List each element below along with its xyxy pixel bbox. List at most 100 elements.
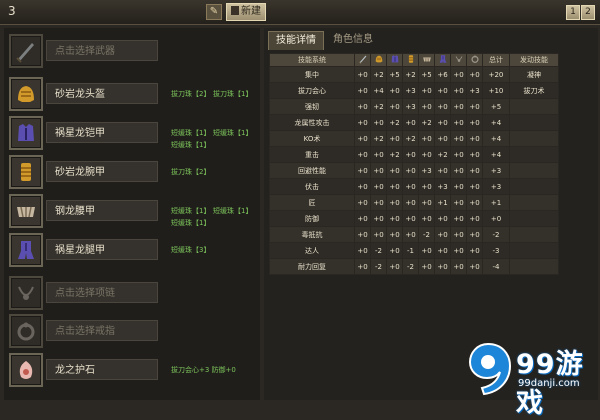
equipment-name[interactable]: 点击选择项链 [46, 282, 158, 303]
skill-points: +0 [386, 82, 403, 99]
skill-points: +0 [466, 258, 483, 275]
skill-points: +0 [466, 130, 483, 147]
active-skill [509, 242, 559, 259]
skill-name: 防御 [269, 210, 355, 227]
skill-points: +0 [386, 162, 403, 179]
skill-points: +0 [450, 194, 467, 211]
charm-icon[interactable] [9, 353, 43, 387]
helmet-icon[interactable] [9, 77, 43, 111]
skill-points: +0 [402, 114, 419, 131]
equipment-slot[interactable]: 龙之护石 拔刀会心+3 防御+0 [9, 353, 259, 387]
waist-armor-icon[interactable] [9, 194, 43, 228]
skill-points: +0 [354, 242, 371, 259]
watermark-url: 99danji.com [518, 378, 580, 389]
equipment-slot[interactable]: 砂岩龙头盔 拔刀珠【2】 拔刀珠【1】 [9, 77, 259, 111]
skill-points: +0 [370, 226, 387, 243]
equipment-slot[interactable]: 砂岩龙腕甲 拔刀珠【2】 [9, 155, 259, 189]
decoration-label: 短缓珠【1】 [171, 129, 211, 137]
skill-points: +0 [450, 210, 467, 227]
active-skill-column-header: 发动技能 [509, 53, 559, 67]
skill-points: +0 [418, 178, 435, 195]
skill-points: +0 [354, 82, 371, 99]
skill-points: +0 [370, 114, 387, 131]
equipment-slot[interactable]: 祸星龙铠甲 短缓珠【1】 短缓珠【1】 短缓珠【1】 [9, 116, 259, 150]
ring-icon[interactable] [9, 314, 43, 348]
skill-points: +0 [386, 194, 403, 211]
table-header-row: 技能系统 总计 发动技能 [269, 53, 559, 67]
tab-skill-details[interactable]: 技能详情 [268, 31, 324, 50]
equipment-slot[interactable]: 点击选择项链 [9, 276, 259, 310]
skill-points: +0 [370, 146, 387, 163]
new-button[interactable]: 新建 [226, 3, 266, 21]
skill-points: +0 [418, 82, 435, 99]
skill-points: +0 [370, 178, 387, 195]
equipment-name[interactable]: 钢龙腰甲 [46, 200, 158, 221]
skill-points: +0 [370, 210, 387, 227]
chest-armor-icon[interactable] [9, 116, 43, 150]
skill-column-header: 技能系统 [269, 53, 355, 67]
skill-points: +0 [466, 162, 483, 179]
equipment-name[interactable]: 祸星龙腿甲 [46, 239, 158, 260]
equipment-slot[interactable]: 祸星龙腿甲 短缓珠【3】 [9, 233, 259, 267]
skill-points: +2 [370, 66, 387, 83]
skill-points: +0 [418, 146, 435, 163]
skill-name: 回避性能 [269, 162, 355, 179]
skill-points: +0 [386, 258, 403, 275]
equipment-slot[interactable]: 点击选择戒指 [9, 314, 259, 348]
skill-points: +0 [450, 98, 467, 115]
skill-points: +0 [354, 178, 371, 195]
tab-character-info[interactable]: 角色信息 [326, 31, 380, 49]
skill-points: +0 [450, 82, 467, 99]
equipment-name[interactable]: 点击选择戒指 [46, 320, 158, 341]
watermark-logo-icon [468, 342, 512, 396]
necklace-icon [450, 53, 467, 67]
ring-icon [466, 53, 483, 67]
skill-points: +0 [450, 114, 467, 131]
active-skill [509, 258, 559, 275]
skill-points: +0 [450, 258, 467, 275]
equipment-name[interactable]: 砂岩龙腕甲 [46, 161, 158, 182]
skill-points: +2 [402, 66, 419, 83]
sword-icon[interactable] [9, 34, 43, 68]
helmet-icon [370, 53, 387, 67]
skill-points: -1 [402, 242, 419, 259]
equipment-slot[interactable]: 点击选择武器 [9, 34, 259, 68]
skill-points: +0 [354, 162, 371, 179]
skill-points: -2 [418, 226, 435, 243]
equipment-slot[interactable]: 钢龙腰甲 短缓珠【1】 短缓珠【1】 短缓珠【1】 [9, 194, 259, 228]
skill-points: +0 [354, 114, 371, 131]
skill-points: +0 [386, 130, 403, 147]
equipment-name[interactable]: 点击选择武器 [46, 40, 158, 61]
watermark: 99游戏 99danji.com [460, 338, 600, 419]
necklace-icon[interactable] [9, 276, 43, 310]
skill-points: +0 [386, 242, 403, 259]
active-skill [509, 210, 559, 227]
active-skill [509, 98, 559, 115]
equipment-name[interactable]: 龙之护石 [46, 359, 158, 380]
active-skill [509, 146, 559, 163]
skill-total: +3 [482, 162, 510, 179]
total-column-header: 总计 [482, 53, 510, 67]
table-row: 龙属性攻击 +0 +0 +2 +0 +2 +0 +0 +0 +4 [269, 114, 559, 131]
skill-total: -4 [482, 258, 510, 275]
skill-points: +0 [450, 162, 467, 179]
skill-points: +1 [434, 194, 451, 211]
decoration-label: 短缓珠【3】 [171, 246, 211, 254]
equipment-name[interactable]: 砂岩龙头盔 [46, 83, 158, 104]
leg-armor-icon[interactable] [9, 233, 43, 267]
page-2-button[interactable]: 2 [581, 5, 595, 20]
skill-points: +0 [466, 242, 483, 259]
edit-button[interactable]: ✎ [206, 4, 222, 20]
gauntlet-icon[interactable] [9, 155, 43, 189]
equipment-name[interactable]: 祸星龙铠甲 [46, 122, 158, 143]
skill-points: +0 [418, 194, 435, 211]
skill-points: +0 [418, 258, 435, 275]
skill-total: +4 [482, 114, 510, 131]
skill-points: +0 [354, 194, 371, 211]
page-1-button[interactable]: 1 [566, 5, 580, 20]
skill-total: +4 [482, 146, 510, 163]
skill-points: +0 [402, 194, 419, 211]
skill-points: +0 [418, 130, 435, 147]
skill-total: +3 [482, 178, 510, 195]
skill-points: +2 [418, 114, 435, 131]
